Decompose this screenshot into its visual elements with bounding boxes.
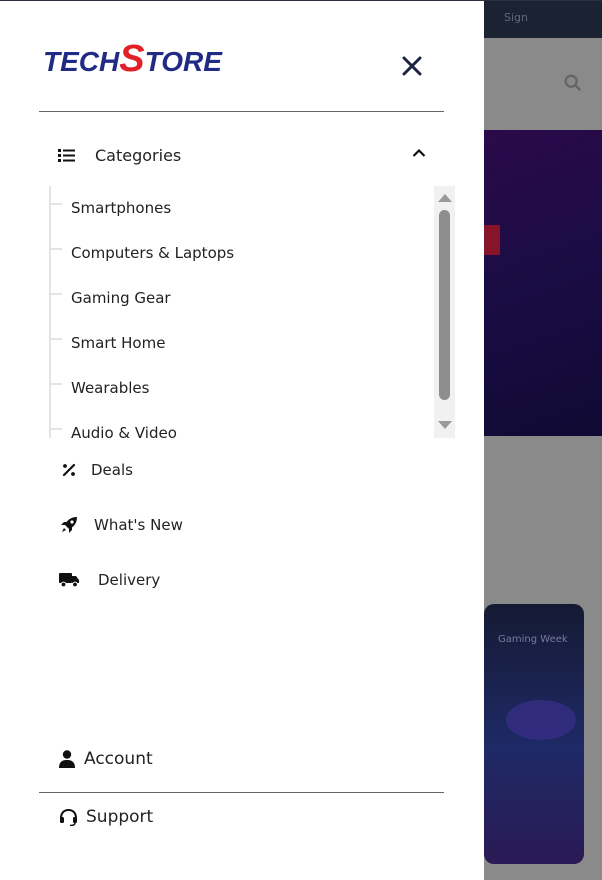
scrollbar-thumb[interactable] — [439, 210, 450, 400]
rocket-icon — [58, 515, 80, 535]
user-icon — [58, 749, 76, 769]
nav-item-deals[interactable]: Deals — [58, 455, 133, 485]
category-item-wearables[interactable]: Wearables — [71, 379, 149, 397]
submenu-guide-line — [49, 186, 51, 438]
support-link[interactable]: Support — [58, 802, 153, 832]
background-topbar-text: Sign — [504, 11, 528, 24]
background-banner-accent — [484, 225, 500, 255]
list-icon — [58, 148, 75, 162]
truck-icon — [58, 570, 80, 590]
footer-divider — [39, 792, 444, 793]
categories-submenu: Smartphones Computers & Laptops Gaming G… — [49, 186, 455, 438]
submenu-tick — [51, 203, 62, 205]
submenu-scrollbar[interactable] — [434, 186, 455, 438]
category-item-smart-home[interactable]: Smart Home — [71, 334, 165, 352]
background-search-icon — [564, 74, 582, 92]
category-item-computers-laptops[interactable]: Computers & Laptops — [71, 244, 234, 262]
nav-label-whats-new: What's New — [94, 516, 183, 534]
submenu-tick — [51, 338, 62, 340]
close-icon[interactable] — [400, 54, 424, 78]
background-card-text: Gaming Week — [498, 634, 568, 645]
brand-logo[interactable]: TECH S TORE — [43, 40, 222, 80]
background-topbar — [484, 0, 602, 38]
nav-label-deals: Deals — [91, 461, 133, 479]
support-label: Support — [86, 807, 154, 827]
account-label: Account — [84, 749, 153, 769]
account-link[interactable]: Account — [58, 744, 153, 774]
window-top-edge — [0, 0, 602, 1]
categories-toggle[interactable]: Categories — [58, 140, 430, 170]
submenu-tick — [51, 428, 62, 430]
submenu-tick — [51, 293, 62, 295]
background-card-glow — [506, 700, 576, 740]
category-item-audio-video[interactable]: Audio & Video — [71, 424, 177, 438]
percent-icon — [58, 460, 80, 480]
logo-text-tech: TECH — [43, 46, 120, 77]
scroll-down-arrow-icon[interactable] — [438, 421, 452, 429]
chevron-up-icon — [412, 148, 426, 157]
headset-icon — [58, 807, 78, 827]
logo-text-s: S — [119, 38, 145, 80]
scroll-up-arrow-icon[interactable] — [438, 194, 452, 202]
logo-text-tore: TORE — [144, 46, 222, 77]
header-divider — [39, 111, 444, 112]
side-drawer: TECH S TORE Categories Smartphones Compu… — [0, 0, 484, 880]
category-item-gaming-gear[interactable]: Gaming Gear — [71, 289, 171, 307]
categories-label: Categories — [95, 145, 182, 165]
submenu-tick — [51, 383, 62, 385]
nav-item-whats-new[interactable]: What's New — [58, 510, 183, 540]
category-item-smartphones[interactable]: Smartphones — [71, 199, 171, 217]
background-hero-banner — [484, 130, 602, 436]
submenu-tick — [51, 248, 62, 250]
nav-label-delivery: Delivery — [98, 571, 161, 589]
nav-item-delivery[interactable]: Delivery — [58, 565, 160, 595]
